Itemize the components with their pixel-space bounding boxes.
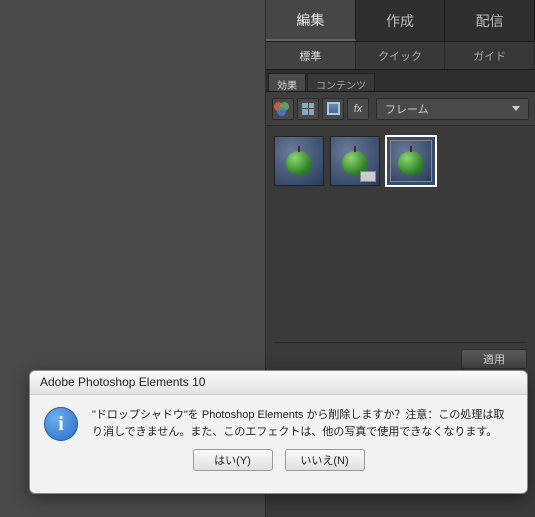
category-dropdown[interactable]: フレーム [376,98,529,120]
dialog-buttons: はい(Y) いいえ(N) [30,449,527,481]
effect-thumb-1[interactable] [274,136,324,186]
dialog-message: "ドロップシャドウ"を Photoshop Elements から削除しますか？… [92,407,513,441]
effects-toolbar: fx フレーム [266,92,535,126]
thumb-preview [275,137,323,185]
top-tabs: 編集 作成 配信 [266,0,535,42]
subtab-quick[interactable]: クイック [356,42,446,69]
info-icon: i [44,407,78,441]
frames-button[interactable] [322,98,344,120]
thumb-preview [390,140,432,182]
confirm-dialog: Adobe Photoshop Elements 10 i "ドロップシャドウ"… [29,370,528,494]
no-button[interactable]: いいえ(N) [285,449,365,471]
styles-button[interactable] [297,98,319,120]
dropdown-label: フレーム [385,101,429,117]
filters-icon [274,102,292,116]
filters-button[interactable] [272,98,294,120]
dialog-body: i "ドロップシャドウ"を Photoshop Elements から削除します… [30,395,527,449]
effect-thumbnails [266,126,535,196]
panel-tabs: 効果 コンテンツ [266,70,535,92]
subtab-standard[interactable]: 標準 [266,42,356,69]
apply-button[interactable]: 適用 [461,349,527,369]
tab-edit[interactable]: 編集 [266,0,356,41]
yes-button[interactable]: はい(Y) [193,449,273,471]
subtab-guide[interactable]: ガイド [445,42,535,69]
paneltab-contents[interactable]: コンテンツ [307,73,375,91]
sub-tabs: 標準 クイック ガイド [266,42,535,70]
frame-icon [327,102,340,115]
fx-icon: fx [354,103,363,115]
chevron-down-icon [512,106,520,111]
fx-button[interactable]: fx [347,98,369,120]
effect-thumb-2[interactable] [330,136,380,186]
apply-row: 適用 [274,342,527,369]
dialog-title: Adobe Photoshop Elements 10 [30,371,527,395]
thumb-preview [331,137,379,185]
tab-deliver[interactable]: 配信 [445,0,535,41]
grid-icon [302,103,314,115]
effect-thumb-3[interactable] [385,135,437,187]
tab-create[interactable]: 作成 [356,0,446,41]
paneltab-effects[interactable]: 効果 [268,73,306,91]
